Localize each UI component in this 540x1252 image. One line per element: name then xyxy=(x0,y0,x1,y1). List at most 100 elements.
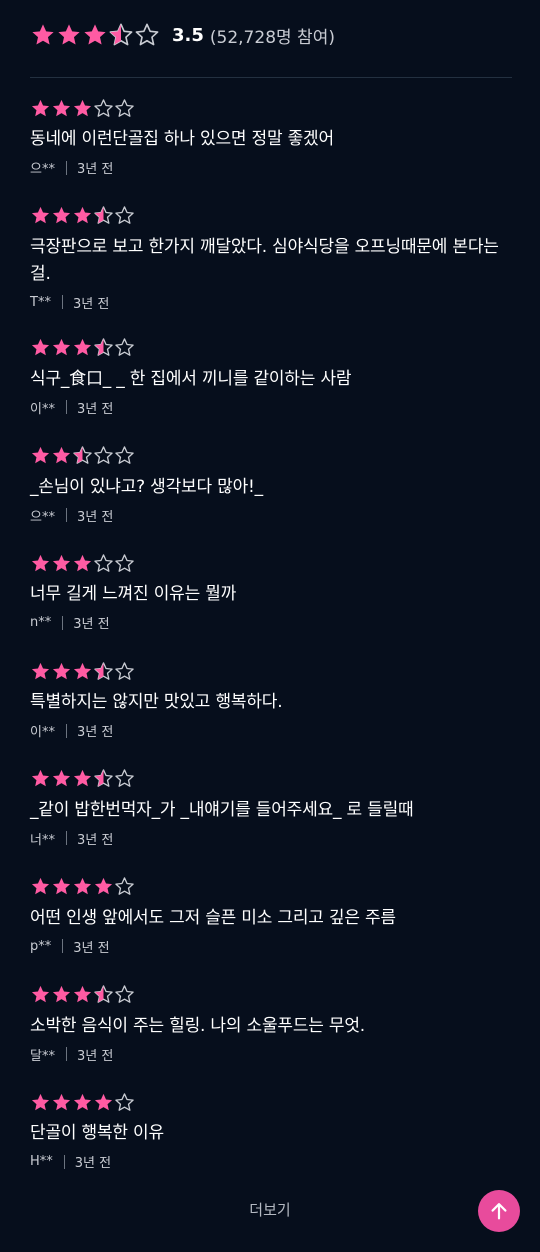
star-icon xyxy=(115,877,134,896)
meta-separator xyxy=(65,160,67,175)
review-author: 으** xyxy=(30,162,55,177)
star-icon xyxy=(31,447,50,464)
review-item: 동네에 이런단골집 하나 있으면 정말 좋겠어 으** 3년 전 xyxy=(30,96,510,204)
review-list: 동네에 이런단골집 하나 있으면 정말 좋겠어 으** 3년 전 극장판으로 보… xyxy=(30,96,510,1198)
review-meta: 이** 3년 전 xyxy=(30,398,510,417)
review-meta: 이** 3년 전 xyxy=(30,721,510,740)
meta-separator xyxy=(65,1047,67,1062)
review-time: 3년 전 xyxy=(73,617,110,633)
review-time: 3년 전 xyxy=(72,296,110,312)
review-time: 3년 전 xyxy=(76,1048,114,1064)
star-icon xyxy=(31,1093,50,1111)
review-text: 특별하지는 않지만 맛있고 행복하다. xyxy=(30,692,283,713)
review-item: _같이 밥한번먹자_가 _내얘기를 들어주세요_ 로 들릴때 너** 3년 전 xyxy=(30,767,510,875)
review-meta: H** 3년 전 xyxy=(30,1152,510,1171)
review-stars xyxy=(30,875,510,899)
review-time: 3년 전 xyxy=(74,1156,112,1172)
star-icon xyxy=(31,770,50,787)
meta-separator xyxy=(65,508,67,523)
star-icon xyxy=(58,24,80,45)
star-icon xyxy=(115,338,134,357)
review-text: _같이 밥한번먹자_가 _내얘기를 들어주세요_ 로 들릴때 xyxy=(30,799,414,820)
star-icon xyxy=(94,98,113,117)
star-icon xyxy=(73,878,92,895)
review-stars xyxy=(30,551,510,575)
star-icon xyxy=(73,770,92,787)
divider xyxy=(30,77,512,78)
meta-separator xyxy=(65,400,67,415)
star-icon xyxy=(94,338,113,357)
review-stars xyxy=(30,1090,510,1114)
review-author: 너** xyxy=(30,832,55,848)
review-meta: T** 3년 전 xyxy=(30,293,510,312)
summary-stars xyxy=(30,22,160,48)
review-time: 3년 전 xyxy=(76,725,114,741)
star-icon xyxy=(73,662,92,679)
review-text: 단골이 행복한 이유 xyxy=(30,1123,164,1144)
rating-summary: 3.5 (52,728명 참여) xyxy=(30,18,335,52)
star-icon xyxy=(73,339,92,356)
meta-separator xyxy=(65,831,67,846)
review-author: n** xyxy=(30,615,52,631)
star-icon xyxy=(73,99,92,116)
review-author: 으** xyxy=(30,509,55,525)
meta-separator xyxy=(63,1154,65,1169)
review-item: 식구_食口_ _ 한 집에서 끼니를 같이하는 사람 이** 3년 전 xyxy=(30,336,510,444)
star-icon xyxy=(52,554,71,572)
review-item: _손님이 있냐고? 생각보다 많아!_ 으** 3년 전 xyxy=(30,444,510,552)
review-item: 어떤 인생 앞에서도 그저 슬픈 미소 그리고 깊은 주름 p** 3년 전 xyxy=(30,875,510,983)
review-author: 이** xyxy=(30,401,55,417)
star-icon xyxy=(32,24,54,45)
meta-separator xyxy=(62,939,64,954)
star-icon xyxy=(31,878,50,895)
star-icon xyxy=(94,446,113,464)
star-icon xyxy=(94,985,113,1003)
star-icon xyxy=(52,99,71,116)
review-author: 달** xyxy=(30,1048,55,1064)
star-icon xyxy=(84,24,106,45)
review-author: H** xyxy=(30,1154,53,1170)
average-rating: 3.5 xyxy=(172,24,204,46)
star-icon xyxy=(115,769,134,788)
star-icon xyxy=(52,986,71,1003)
meta-separator xyxy=(62,615,64,630)
review-text: _손님이 있냐고? 생각보다 많아!_ xyxy=(30,476,263,497)
review-stars xyxy=(30,96,510,120)
review-item: 너무 길게 느껴진 이유는 뭘까 n** 3년 전 xyxy=(30,551,510,659)
review-time: 3년 전 xyxy=(76,832,114,848)
star-icon xyxy=(73,554,92,572)
review-item: 소박한 음식이 주는 힐링. 나의 소울푸드는 무엇. 달** 3년 전 xyxy=(30,983,510,1091)
star-icon xyxy=(115,554,134,572)
review-text: 식구_食口_ _ 한 집에서 끼니를 같이하는 사람 xyxy=(30,368,352,389)
star-icon xyxy=(73,1093,92,1111)
star-icon xyxy=(52,447,71,464)
star-icon xyxy=(52,1093,71,1111)
star-icon xyxy=(31,339,50,356)
review-text: 어떤 인생 앞에서도 그저 슬픈 미소 그리고 깊은 주름 xyxy=(30,907,396,928)
star-icon xyxy=(52,207,71,224)
review-item: 극장판으로 보고 한가지 깨달았다. 심야식당을 오프닝때문에 본다는 걸. T… xyxy=(30,204,510,336)
review-time: 3년 전 xyxy=(76,509,114,525)
star-icon xyxy=(31,207,50,224)
star-icon xyxy=(94,769,113,788)
review-text: 소박한 음식이 주는 힐링. 나의 소울푸드는 무엇. xyxy=(30,1015,365,1036)
star-icon xyxy=(31,99,50,116)
star-icon xyxy=(115,1093,134,1111)
review-time: 3년 전 xyxy=(76,401,114,417)
review-text: 극장판으로 보고 한가지 깨달았다. 심야식당을 오프닝때문에 본다는 걸. xyxy=(30,236,499,284)
review-stars xyxy=(30,767,510,791)
star-icon xyxy=(73,207,92,224)
star-icon xyxy=(94,206,113,225)
star-icon xyxy=(31,554,50,572)
review-meta: 달** 3년 전 xyxy=(30,1045,510,1064)
participant-count: (52,728명 참여) xyxy=(209,27,335,48)
review-meta: 너** 3년 전 xyxy=(30,829,510,848)
scroll-top-button[interactable] xyxy=(478,1190,520,1232)
star-icon xyxy=(52,662,71,679)
more-button[interactable]: 더보기 xyxy=(0,1199,540,1220)
review-item: 특별하지는 않지만 맛있고 행복하다. 이** 3년 전 xyxy=(30,659,510,767)
review-time: 3년 전 xyxy=(76,162,114,177)
arrow-up-icon xyxy=(491,1203,507,1220)
review-author: 이** xyxy=(30,725,55,741)
star-icon xyxy=(115,206,134,225)
